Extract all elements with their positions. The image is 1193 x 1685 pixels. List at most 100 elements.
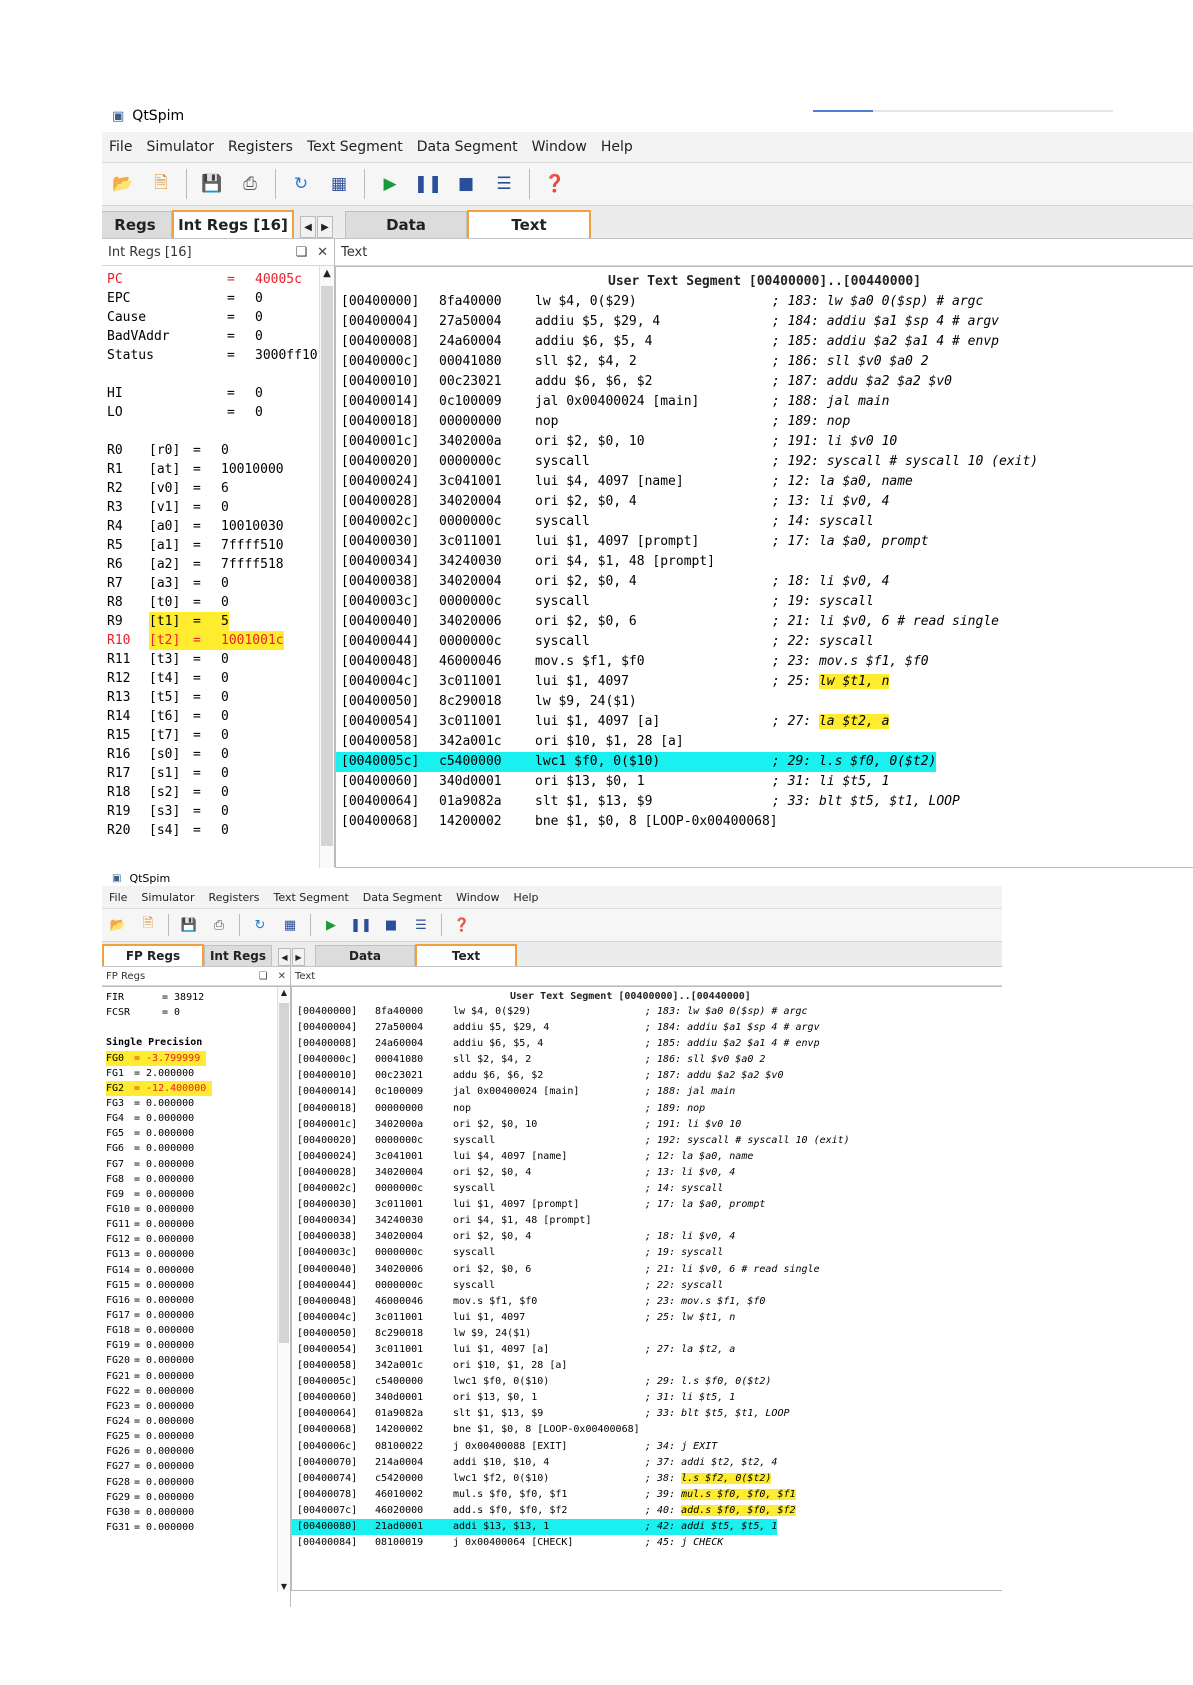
tab-data[interactable]: Data <box>345 211 467 238</box>
code-line[interactable]: [0040003c] 0000000c syscall ; 19: syscall <box>336 592 1193 612</box>
code-line[interactable]: [00400020] 0000000c syscall ; 192: syscall … <box>292 1133 1002 1149</box>
code-line[interactable]: [00400048] 46000046 mov.s $f1, $f0 ; 23: mo… <box>292 1294 1002 1310</box>
code-line[interactable]: [00400010] 00c23021 addu $6, $6, $2 ; 187: … <box>292 1068 1002 1084</box>
tab-text[interactable]: Text <box>467 210 591 238</box>
menu-help[interactable]: Help <box>506 891 545 904</box>
code-line[interactable]: [00400004] 27a50004 addiu $5, $29, 4 ; 184:… <box>292 1020 1002 1036</box>
scrollbar[interactable]: ▲ ▼ <box>277 987 290 1592</box>
scrollbar[interactable]: ▲ <box>319 266 334 868</box>
code-line[interactable]: [00400064] 01a9082a slt $1, $13, $9 ; 33: b… <box>336 792 1193 812</box>
code-line[interactable]: [0040003c] 0000000c syscall ; 19: syscall <box>292 1245 1002 1261</box>
code-line[interactable]: [00400008] 24a60004 addiu $6, $5, 4 ; 185: … <box>292 1036 1002 1052</box>
code-line[interactable]: [00400058] 342a001c ori $10, $1, 28 [a] <box>292 1358 1002 1374</box>
float-icon[interactable]: ❏ <box>259 971 268 982</box>
open-file-icon[interactable]: 📂 <box>110 171 136 197</box>
code-line[interactable]: [0040001c] 3402000a ori $2, $0, 10 ; 191: l… <box>336 432 1193 452</box>
code-line[interactable]: [00400018] 00000000 nop ; 189: nop <box>292 1101 1002 1117</box>
code-line[interactable]: [0040004c] 3c011001 lui $1, 4097 ; 25: lw $… <box>292 1310 1002 1326</box>
code-line[interactable]: [0040002c] 0000000c syscall ; 14: syscall <box>292 1181 1002 1197</box>
code-line[interactable]: [00400048] 46000046 mov.s $f1, $f0 ; 23: mo… <box>336 652 1193 672</box>
code-line[interactable]: [00400054] 3c011001 lui $1, 4097 [a] ; 27: … <box>336 712 1193 732</box>
code-line[interactable]: [00400008] 24a60004 addiu $6, $5, 4 ; 185: … <box>336 332 1193 352</box>
menu-data-segment[interactable]: Data Segment <box>410 139 525 155</box>
code-line[interactable]: [00400000] 8fa40000 lw $4, 0($29) ; 183: lw… <box>336 292 1193 312</box>
code-line[interactable]: [00400028] 34020004 ori $2, $0, 4 ; 13: li … <box>292 1165 1002 1181</box>
float-icon[interactable]: ❏ <box>295 245 307 260</box>
tab-regs[interactable]: Regs <box>102 211 172 238</box>
code-line[interactable]: [00400068] 14200002 bne $1, $0, 8 [LOOP-0x… <box>336 812 1193 832</box>
menu-text-segment[interactable]: Text Segment <box>267 891 356 904</box>
menu-data-segment[interactable]: Data Segment <box>356 891 449 904</box>
open-file-icon[interactable]: 📂 <box>108 915 128 935</box>
menu-registers[interactable]: Registers <box>221 139 300 155</box>
code-line[interactable]: [00400038] 34020004 ori $2, $0, 4 ; 18: li … <box>336 572 1193 592</box>
code-line[interactable]: [00400034] 34240030 ori $4, $1, 48 [prompt… <box>336 552 1193 572</box>
tab-data[interactable]: Data <box>315 945 415 966</box>
refresh-icon[interactable]: ↻ <box>250 915 270 935</box>
tab-scroll-right-icon[interactable]: ▶ <box>292 948 305 966</box>
menu-file[interactable]: File <box>102 891 134 904</box>
tab-int-regs[interactable]: Int Regs <box>204 945 272 966</box>
run-icon[interactable]: ▶ <box>377 171 403 197</box>
save-icon[interactable]: 💾 <box>199 171 225 197</box>
code-line[interactable]: [0040000c] 00041080 sll $2, $4, 2 ; 186: sl… <box>336 352 1193 372</box>
code-line[interactable]: [0040005c] c5400000 lwc1 $f0, 0($10) ; 29: … <box>292 1374 1002 1390</box>
tab-int-regs[interactable]: Int Regs [16] <box>172 210 294 238</box>
close-icon[interactable]: ✕ <box>278 971 286 982</box>
scroll-thumb[interactable] <box>279 1003 289 1343</box>
code-line[interactable]: [0040000c] 00041080 sll $2, $4, 2 ; 186: sl… <box>292 1052 1002 1068</box>
menu-simulator[interactable]: Simulator <box>134 891 201 904</box>
code-line[interactable]: [00400044] 0000000c syscall ; 22: syscall <box>292 1278 1002 1294</box>
code-line[interactable]: [00400020] 0000000c syscall ; 192: syscall … <box>336 452 1193 472</box>
close-icon[interactable]: ✕ <box>317 245 328 260</box>
code-line[interactable]: [00400058] 342a001c ori $10, $1, 28 [a] <box>336 732 1193 752</box>
code-line[interactable]: [00400040] 34020006 ori $2, $0, 6 ; 21: li … <box>292 1262 1002 1278</box>
menu-help[interactable]: Help <box>594 139 640 155</box>
code-line[interactable]: [00400014] 0c100009 jal 0x00400024 [main];… <box>336 392 1193 412</box>
stop-icon[interactable]: ■ <box>453 171 479 197</box>
code-line[interactable]: [00400034] 34240030 ori $4, $1, 48 [prompt… <box>292 1213 1002 1229</box>
reload-icon[interactable]: 🗎 <box>138 915 158 935</box>
scroll-up-icon[interactable]: ▲ <box>320 268 334 279</box>
code-line[interactable]: [00400064] 01a9082a slt $1, $13, $9 ; 33: b… <box>292 1406 1002 1422</box>
menu-text-segment[interactable]: Text Segment <box>300 139 410 155</box>
code-line[interactable]: [00400018] 00000000 nop ; 189: nop <box>336 412 1193 432</box>
menu-simulator[interactable]: Simulator <box>139 139 221 155</box>
code-line[interactable]: [00400030] 3c011001 lui $1, 4097 [prompt];… <box>292 1197 1002 1213</box>
code-line[interactable]: [00400060] 340d0001 ori $13, $0, 1 ; 31: li… <box>336 772 1193 792</box>
code-line[interactable]: [00400074] c5420000 lwc1 $f2, 0($10) ; 38: … <box>292 1471 1002 1487</box>
save-icon[interactable]: 💾 <box>179 915 199 935</box>
code-line[interactable]: [00400084] 08100019 j 0x00400064 [CHECK] ; … <box>292 1535 1002 1551</box>
print-icon[interactable]: ⎙ <box>237 171 263 197</box>
stop-icon[interactable]: ■ <box>381 915 401 935</box>
code-line[interactable]: [00400070] 214a0004 addi $10, $10, 4 ; 37: … <box>292 1455 1002 1471</box>
code-line[interactable]: [00400014] 0c100009 jal 0x00400024 [main];… <box>292 1084 1002 1100</box>
code-line[interactable]: [00400028] 34020004 ori $2, $0, 4 ; 13: li … <box>336 492 1193 512</box>
tab-scroll-left-icon[interactable]: ◀ <box>278 948 291 966</box>
step-icon[interactable]: ☰ <box>411 915 431 935</box>
grid-icon[interactable]: ▦ <box>280 915 300 935</box>
code-line[interactable]: [00400050] 8c290018 lw $9, 24($1) <box>292 1326 1002 1342</box>
scroll-down-icon[interactable]: ▼ <box>278 1582 290 1591</box>
code-line[interactable]: [00400080] 21ad0001 addi $13, $13, 1 ; 42: … <box>292 1519 1002 1536</box>
code-line[interactable]: [0040001c] 3402000a ori $2, $0, 10 ; 191: l… <box>292 1117 1002 1133</box>
code-line[interactable]: [00400024] 3c041001 lui $4, 4097 [name] ; 1… <box>292 1149 1002 1165</box>
code-line[interactable]: [00400054] 3c011001 lui $1, 4097 [a] ; 27: … <box>292 1342 1002 1358</box>
pause-icon[interactable]: ❚❚ <box>414 171 443 197</box>
code-line[interactable]: [0040004c] 3c011001 lui $1, 4097 ; 25: lw $… <box>336 672 1193 692</box>
tab-scroll-right-icon[interactable]: ▶ <box>317 216 333 238</box>
reload-icon[interactable]: 🗎 <box>148 171 174 197</box>
pause-icon[interactable]: ❚❚ <box>350 915 372 935</box>
code-line[interactable]: [00400044] 0000000c syscall ; 22: syscall <box>336 632 1193 652</box>
code-line[interactable]: [00400030] 3c011001 lui $1, 4097 [prompt];… <box>336 532 1193 552</box>
code-line[interactable]: [00400024] 3c041001 lui $4, 4097 [name] ; 1… <box>336 472 1193 492</box>
code-line[interactable]: [00400004] 27a50004 addiu $5, $29, 4 ; 184:… <box>336 312 1193 332</box>
menu-file[interactable]: File <box>102 139 139 155</box>
code-line[interactable]: [00400078] 46010002 mul.s $f0, $f0, $f1; 3… <box>292 1487 1002 1503</box>
scroll-up-icon[interactable]: ▲ <box>278 988 290 997</box>
code-line[interactable]: [00400000] 8fa40000 lw $4, 0($29) ; 183: lw… <box>292 1004 1002 1020</box>
code-line[interactable]: [00400050] 8c290018 lw $9, 24($1) <box>336 692 1193 712</box>
code-line[interactable]: [0040002c] 0000000c syscall ; 14: syscall <box>336 512 1193 532</box>
tab-scroll-left-icon[interactable]: ◀ <box>300 216 316 238</box>
tab-fp-regs[interactable]: FP Regs <box>102 944 204 966</box>
